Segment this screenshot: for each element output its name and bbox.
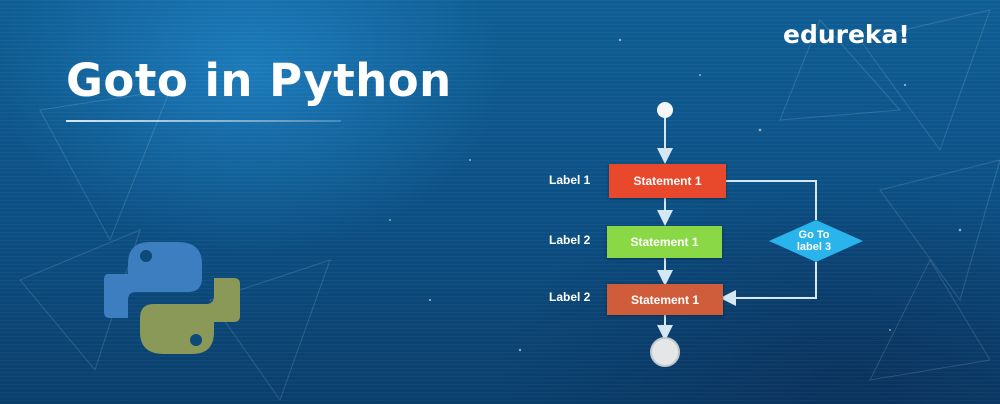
goto-decision-line-1: Go To	[798, 229, 830, 241]
node-label-2: Label 2	[549, 233, 591, 247]
statement-box-1: Statement 1	[609, 164, 726, 198]
statement-box-3: Statement 1	[607, 284, 723, 315]
goto-decision-label: Go To label 3	[768, 229, 860, 253]
end-node	[650, 337, 680, 367]
flowchart-connectors	[650, 102, 863, 367]
banner: Goto in Python edureka! Label 1 Label 2 …	[0, 0, 1000, 404]
statement-box-2: Statement 1	[607, 226, 722, 258]
goto-decision-line-2: label 3	[796, 241, 832, 253]
node-label-1: Label 1	[549, 173, 591, 187]
start-node	[657, 102, 673, 118]
node-label-3: Label 2	[549, 290, 591, 304]
